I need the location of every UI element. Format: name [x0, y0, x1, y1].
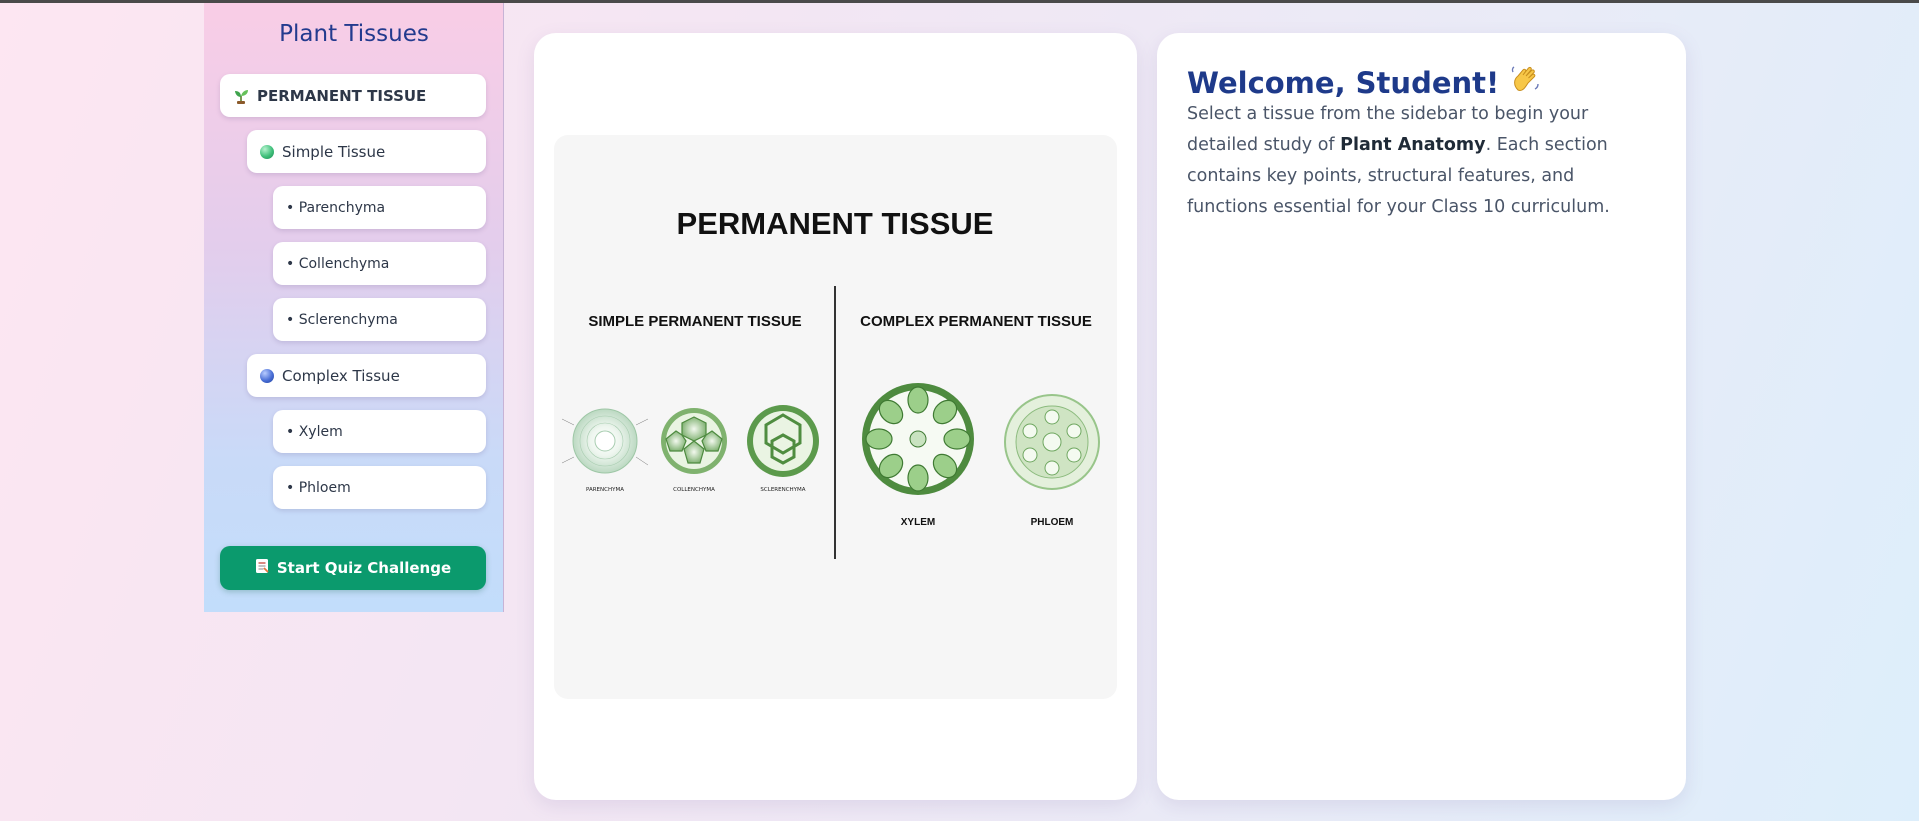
complex-heading: COMPLEX PERMANENT TISSUE [860, 313, 1092, 330]
welcome-panel: Welcome, Student! Select a tissue from t… [1157, 33, 1686, 800]
waving-hand-icon [1509, 63, 1541, 102]
sclerenchyma-figure [747, 405, 819, 477]
xylem-caption: XYLEM [901, 517, 935, 528]
sidebar-item-parenchyma[interactable]: • Parenchyma [273, 186, 486, 229]
diagram-title: PERMANENT TISSUE [677, 206, 994, 241]
sidebar-item-label: Simple Tissue [282, 142, 386, 161]
green-dot-icon [260, 144, 274, 159]
sidebar-item-xylem[interactable]: • Xylem [273, 410, 486, 453]
sclerenchyma-caption: SCLERENCHYMA [760, 487, 805, 493]
sidebar-item-label: • Sclerenchyma [286, 311, 398, 328]
sidebar-item-collenchyma[interactable]: • Collenchyma [273, 242, 486, 285]
image-panel: PERMANENT TISSUE SIMPLE PERMANENT TISSUE… [534, 33, 1137, 800]
seedling-icon [233, 88, 249, 104]
quiz-button-label: Start Quiz Challenge [276, 559, 452, 577]
sidebar-title: Plant Tissues [279, 21, 429, 47]
start-quiz-button[interactable]: Start Quiz Challenge [220, 546, 486, 590]
sidebar-item-simple-tissue[interactable]: Simple Tissue [247, 130, 486, 173]
collenchyma-figure [661, 408, 727, 474]
welcome-heading-text: Welcome, Student! [1187, 65, 1500, 100]
welcome-heading: Welcome, Student! [1187, 63, 1541, 102]
parenchyma-caption: PARENCHYMA [586, 487, 624, 493]
sidebar-item-complex-tissue[interactable]: Complex Tissue [247, 354, 486, 397]
welcome-description: Select a tissue from the sidebar to begi… [1187, 99, 1647, 223]
memo-icon [255, 558, 269, 578]
collenchyma-caption: COLLENCHYMA [673, 487, 715, 493]
sidebar-item-label: • Collenchyma [286, 255, 390, 272]
sidebar-item-label: • Phloem [286, 479, 351, 496]
tissue-diagram: PERMANENT TISSUE SIMPLE PERMANENT TISSUE… [554, 135, 1117, 699]
welcome-text-bold: Plant Anatomy [1340, 135, 1486, 155]
sidebar-item-permanent-tissue[interactable]: PERMANENT TISSUE [220, 74, 486, 117]
sidebar-item-label: PERMANENT TISSUE [257, 86, 427, 105]
sidebar-item-label: • Parenchyma [286, 199, 386, 216]
blue-dot-icon [260, 368, 274, 383]
sidebar-item-label: • Xylem [286, 423, 343, 440]
phloem-figure [1004, 394, 1100, 490]
sidebar-item-sclerenchyma[interactable]: • Sclerenchyma [273, 298, 486, 341]
phloem-caption: PHLOEM [1031, 517, 1074, 528]
parenchyma-figure [561, 408, 649, 474]
sidebar-item-label: Complex Tissue [282, 366, 400, 385]
xylem-figure [862, 383, 974, 495]
sidebar: Plant Tissues PERMANENT TISSUE Simple Ti… [204, 3, 504, 612]
simple-heading: SIMPLE PERMANENT TISSUE [588, 313, 801, 330]
sidebar-item-phloem[interactable]: • Phloem [273, 466, 486, 509]
